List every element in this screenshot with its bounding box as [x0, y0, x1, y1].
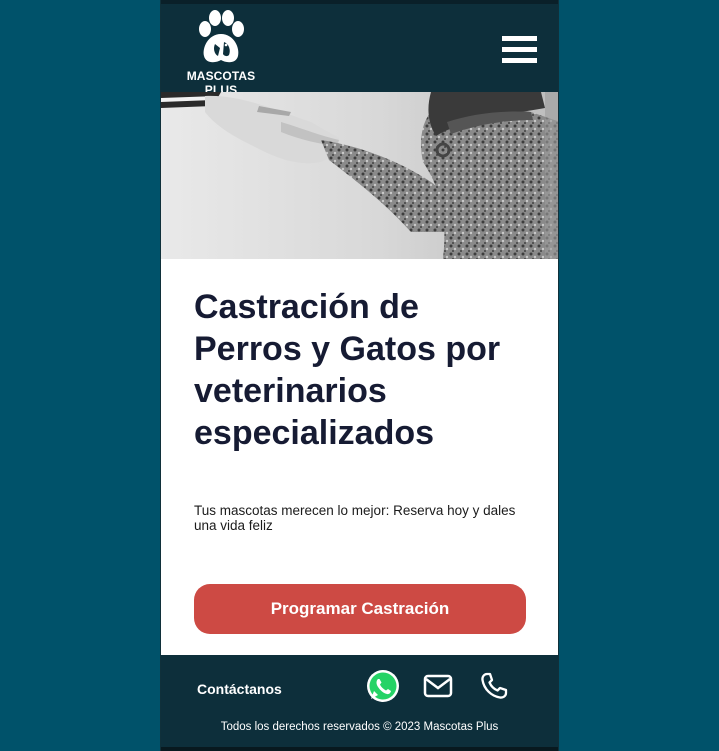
main-content: Castración de Perros y Gatos por veterin…: [161, 259, 558, 655]
menu-bar: [502, 58, 537, 63]
page-subtitle: Tus mascotas merecen lo mejor: Reserva h…: [194, 503, 516, 533]
site-footer: Contáctanos Todos los derechos reservado…: [161, 655, 558, 751]
mobile-viewport: MASCOTAS PLUS Castración de Perros y Gat…: [160, 0, 559, 751]
hero-image: [161, 92, 558, 259]
phone-icon[interactable]: [479, 671, 509, 701]
menu-icon[interactable]: [502, 36, 537, 66]
whatsapp-icon[interactable]: [366, 669, 400, 703]
schedule-castration-button[interactable]: Programar Castración: [194, 584, 526, 634]
hand-and-paw-photo: [161, 92, 558, 259]
brand-logo[interactable]: MASCOTAS PLUS: [171, 10, 271, 97]
page-title: Castración de Perros y Gatos por veterin…: [194, 288, 501, 452]
menu-bar: [502, 36, 537, 41]
contact-label: Contáctanos: [197, 681, 282, 697]
menu-bar: [502, 47, 537, 52]
mail-icon[interactable]: [423, 673, 453, 699]
bottom-edge: [161, 747, 558, 751]
site-header: MASCOTAS PLUS: [161, 0, 558, 97]
copyright-text: Todos los derechos reservados © 2023 Mas…: [220, 721, 499, 733]
paw-logo-icon: [199, 10, 244, 63]
